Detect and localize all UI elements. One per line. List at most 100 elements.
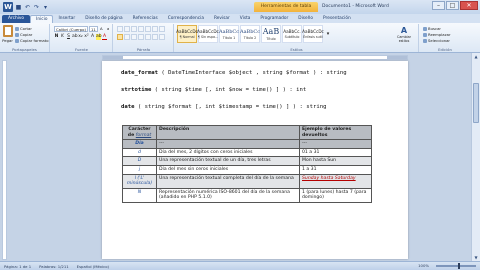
styles-more-icon[interactable]: ▾	[324, 25, 332, 43]
right-margin-marker[interactable]	[387, 56, 407, 59]
minimize-button[interactable]: –	[432, 1, 445, 10]
bullets-icon[interactable]	[117, 26, 123, 32]
cell-example[interactable]: Sunday hasta Saturday	[299, 173, 372, 189]
cell-description[interactable]: Una representación textual completa del …	[156, 173, 300, 189]
left-margin-marker[interactable]	[103, 56, 123, 59]
cell-char[interactable]: D	[122, 156, 157, 166]
tab-design[interactable]: Diseño	[293, 15, 318, 23]
bold-button[interactable]: N	[54, 34, 59, 40]
sort-icon[interactable]	[152, 26, 158, 32]
tab-insert[interactable]: Insertar	[53, 15, 80, 23]
cell-example[interactable]: ---	[299, 139, 372, 149]
numbering-icon[interactable]	[124, 26, 130, 32]
change-styles-button[interactable]: A Cambiar estilos	[397, 26, 411, 43]
align-center-icon[interactable]	[124, 34, 130, 40]
align-right-icon[interactable]	[131, 34, 137, 40]
page-count[interactable]: Página: 1 de 1	[0, 264, 35, 269]
tab-references[interactable]: Referencias	[128, 15, 163, 23]
style-title[interactable]: AaB Título	[261, 25, 281, 43]
font-size-select[interactable]: 11	[89, 26, 98, 32]
style-subtle-emphasis[interactable]: AaBbCcDc Énfasis sutil	[302, 25, 324, 43]
copy-button[interactable]: Copiar	[15, 32, 49, 37]
language-indicator[interactable]: Español (México)	[73, 264, 113, 269]
tab-file[interactable]: Archivo	[2, 15, 31, 23]
cell-char[interactable]: d	[122, 147, 157, 158]
paste-button[interactable]: Pegar	[2, 25, 13, 43]
tab-page-layout[interactable]: Diseño de página	[80, 15, 127, 23]
italic-button[interactable]: K	[60, 34, 65, 40]
align-left-icon[interactable]	[117, 34, 123, 40]
cell-char[interactable]: N	[122, 187, 157, 203]
cell-example[interactable]: 01 a 31	[299, 147, 372, 158]
undo-icon[interactable]: ↶	[24, 4, 31, 11]
select-button[interactable]: Seleccionar	[423, 38, 451, 43]
copy-label: Copiar	[20, 32, 33, 37]
word-logo-icon[interactable]: W	[3, 2, 13, 12]
style-heading-2[interactable]: AaBbCc Título 2	[240, 25, 260, 43]
zoom-level[interactable]: 100%	[414, 263, 433, 268]
scroll-up-icon[interactable]: ▲	[472, 53, 480, 60]
increase-indent-icon[interactable]	[145, 26, 151, 32]
cell-char[interactable]: l ('L' minúscula)	[122, 173, 157, 189]
cell-char[interactable]: j	[122, 164, 157, 175]
cell-description[interactable]: Representación numérica ISO-8601 del día…	[156, 187, 300, 203]
replace-button[interactable]: Reemplazar	[423, 32, 451, 37]
horizontal-ruler[interactable]	[102, 55, 408, 60]
line-spacing-icon[interactable]	[145, 34, 151, 40]
vertical-scrollbar[interactable]: ▲ ▼	[471, 53, 480, 261]
highlight-button[interactable]: ab	[96, 34, 102, 40]
tab-home[interactable]: Inicio	[30, 15, 54, 23]
cell-description[interactable]: Día del mes, 2 dígitos con ceros inicial…	[156, 147, 300, 158]
cell-description[interactable]: Una representación textual de un día, tr…	[156, 156, 300, 166]
grow-font-icon[interactable]: A	[99, 26, 105, 32]
shading-icon[interactable]	[152, 34, 158, 40]
cell-description[interactable]: Día del mes sin ceros iniciales	[156, 164, 300, 175]
zoom-slider[interactable]	[436, 262, 476, 269]
strikethrough-button[interactable]: ab	[72, 34, 78, 40]
font-name-select[interactable]: Calibri (Cuerpo)	[54, 26, 88, 32]
underline-button[interactable]: S	[66, 34, 71, 40]
cut-button[interactable]: Cortar	[15, 26, 49, 31]
tab-view[interactable]: Vista	[235, 15, 256, 23]
superscript-button[interactable]: x²	[84, 34, 89, 40]
justify-icon[interactable]	[138, 34, 144, 40]
maximize-button[interactable]: □	[446, 1, 459, 10]
text-effects-button[interactable]: A	[90, 34, 95, 40]
tab-review[interactable]: Revisar	[209, 15, 235, 23]
show-marks-icon[interactable]	[159, 26, 165, 32]
tab-layout[interactable]: Presentación	[318, 15, 356, 23]
vertical-ruler[interactable]	[2, 60, 7, 260]
style-no-spacing[interactable]: AaBbCcDc ¶ Sin espa...	[197, 25, 219, 43]
format-painter-button[interactable]: Copiar formato	[15, 38, 49, 43]
document-page[interactable]: date_format ( DateTimeInterface $object …	[102, 61, 408, 259]
redo-icon[interactable]: ↷	[33, 4, 40, 11]
style-subtitle[interactable]: AaBbCc. Subtítulo	[282, 25, 302, 43]
style-heading-1[interactable]: AaBbCc Título 1	[219, 25, 239, 43]
cell-example[interactable]: 1 a 31	[299, 164, 372, 175]
borders-icon[interactable]	[159, 34, 165, 40]
cell-char[interactable]: Día	[122, 139, 157, 149]
cell-example[interactable]: 1 (para lunes) hasta 7 (para domingo)	[299, 187, 372, 203]
cell-description[interactable]: ---	[156, 139, 300, 149]
decrease-indent-icon[interactable]	[138, 26, 144, 32]
cell-example[interactable]: Mon hasta Sun	[299, 156, 372, 166]
font-color-button[interactable]: A	[102, 34, 107, 40]
subscript-button[interactable]: x₂	[78, 34, 83, 40]
format-characters-table[interactable]: Carácter de format Descripción Ejemplo d…	[122, 124, 372, 203]
header-format-char: Carácter de format	[122, 124, 157, 141]
word-count[interactable]: Palabras: 1/211	[35, 264, 73, 269]
save-icon[interactable]: ■	[15, 4, 22, 11]
multilevel-list-icon[interactable]	[131, 26, 137, 32]
tab-mailings[interactable]: Correspondencia	[163, 15, 209, 23]
scroll-down-icon[interactable]: ▼	[472, 254, 480, 261]
customize-qat-icon[interactable]: ▾	[42, 4, 49, 11]
close-button[interactable]: ✕	[460, 1, 478, 10]
style-normal[interactable]: AaBbCcDc ¶ Normal	[176, 25, 198, 43]
tab-developer[interactable]: Programador	[255, 15, 293, 23]
table-row: j Día del mes sin ceros iniciales 1 a 31	[122, 164, 372, 175]
find-button[interactable]: Buscar	[423, 26, 451, 31]
shrink-font-icon[interactable]: a	[106, 26, 112, 32]
scrollbar-thumb[interactable]	[473, 83, 479, 123]
header-example: Ejemplo de valores devueltos	[299, 124, 372, 141]
table-row: N Representación numérica ISO-8601 del d…	[122, 187, 372, 203]
